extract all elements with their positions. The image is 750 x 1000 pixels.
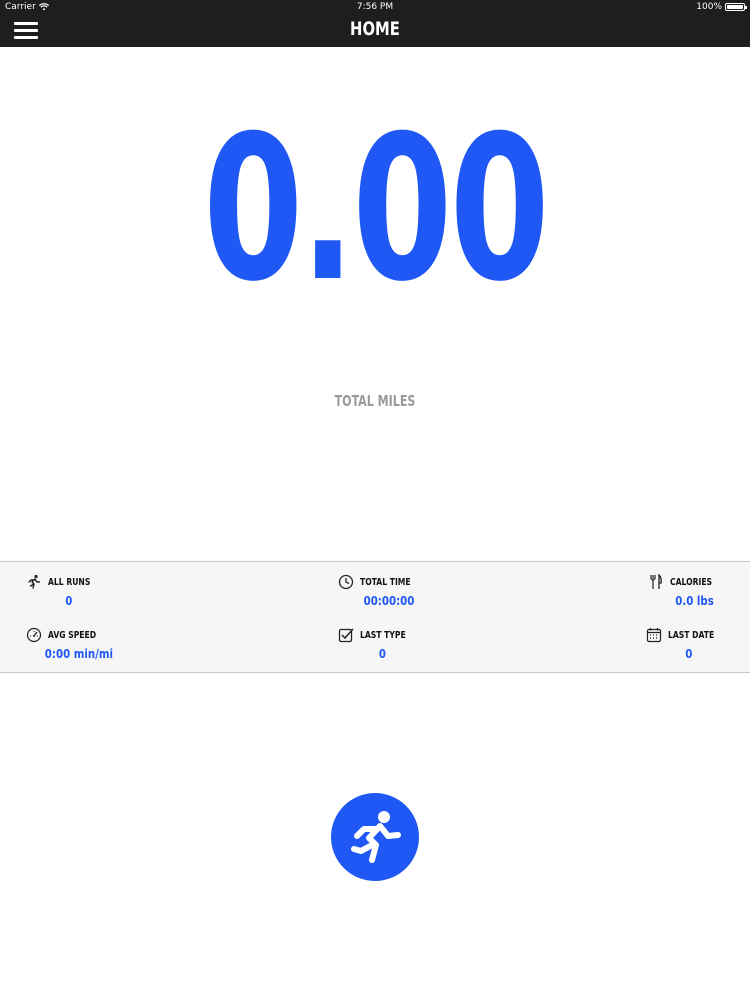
checkbox-icon xyxy=(338,628,354,643)
status-bar: Carrier 7:56 PM 100% xyxy=(0,0,750,14)
stat-value: 0 xyxy=(65,594,73,608)
total-miles-value: 0.00 xyxy=(203,93,550,326)
stat-value: 0 xyxy=(685,647,693,661)
speedometer-icon xyxy=(26,627,42,643)
stat-all-runs: ALL RUNS 0 xyxy=(26,573,186,608)
stat-value: 0.0 lbs xyxy=(675,594,714,608)
stat-last-date: LAST DATE 0 xyxy=(646,626,750,661)
battery-icon xyxy=(725,3,747,11)
page-title: HOME xyxy=(350,18,400,40)
runner-icon xyxy=(351,811,401,863)
status-bar-right: 100% xyxy=(696,2,747,12)
stat-last-type: LAST TYPE 0 xyxy=(338,626,498,661)
stat-value: 00:00:00 xyxy=(363,594,415,608)
runner-icon xyxy=(28,574,41,589)
status-time: 7:56 PM xyxy=(356,2,394,12)
clock-icon xyxy=(338,574,354,590)
stat-value: 0:00 min/mi xyxy=(44,647,113,661)
stat-label: AVG SPEED xyxy=(48,629,97,641)
stat-value: 0 xyxy=(378,647,387,661)
stats-panel: ALL RUNS 0 TOTAL TIME 00:00:00 CALORIES … xyxy=(0,561,750,673)
hamburger-icon xyxy=(14,22,38,25)
fork-knife-icon xyxy=(650,574,662,589)
stat-total-time: TOTAL TIME 00:00:00 xyxy=(338,573,498,608)
stat-label: LAST TYPE xyxy=(360,629,406,641)
battery-percent: 100% xyxy=(696,2,722,12)
calendar-icon xyxy=(646,628,662,643)
hamburger-menu-button[interactable] xyxy=(14,22,38,40)
total-miles-label: TOTAL MILES xyxy=(334,392,416,410)
stat-label: LAST DATE xyxy=(668,629,715,641)
stat-label: ALL RUNS xyxy=(48,576,91,588)
stat-calories: CALORIES 0.0 lbs xyxy=(648,573,750,608)
stat-label: CALORIES xyxy=(670,576,713,588)
nav-bar: HOME xyxy=(0,14,750,47)
stat-avg-speed: AVG SPEED 0:00 min/mi xyxy=(26,626,186,661)
stat-label: TOTAL TIME xyxy=(360,576,411,588)
start-run-button[interactable] xyxy=(331,793,419,881)
